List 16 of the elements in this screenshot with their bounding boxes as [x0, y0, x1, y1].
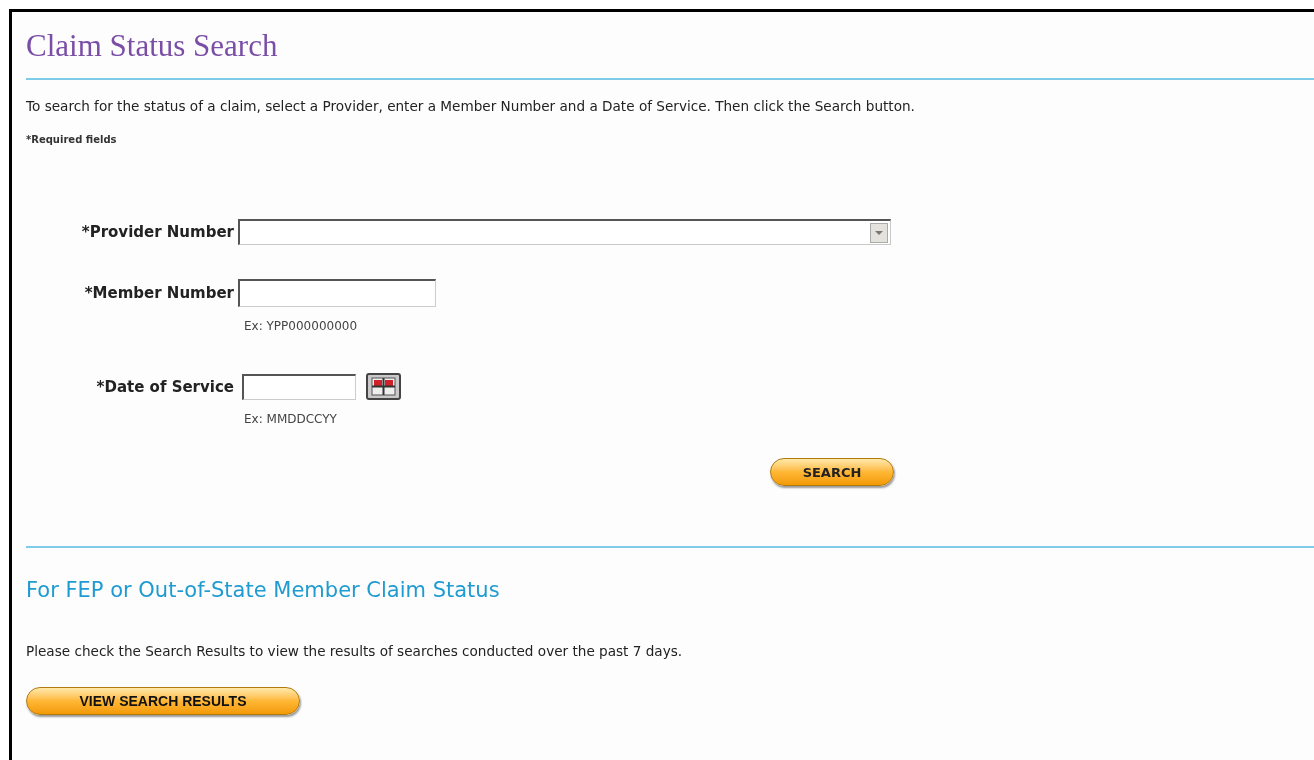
search-button[interactable]: SEARCH	[770, 458, 894, 487]
page-title: Claim Status Search	[26, 27, 279, 65]
required-note: *Required fields	[26, 133, 118, 148]
date-field[interactable]	[242, 373, 356, 400]
member-number-field[interactable]	[238, 279, 436, 308]
calendar-icon[interactable]	[366, 373, 401, 401]
view-search-results-button[interactable]: VIEW SEARCH RESULTS	[26, 687, 300, 716]
instructions-text: To search for the status of a claim, select a Provider, enter a Member Number and a Date of Service. Then click the Search button.	[26, 97, 916, 116]
provider-dropdown[interactable]	[238, 219, 891, 246]
field-label: *Date of Service	[95, 376, 235, 398]
field-label: *Provider Number	[80, 222, 235, 244]
format-hint: Ex: MMDDCCYY	[244, 411, 338, 429]
section-text: Please check the Search Results to view the results of searches conducted over the past 7 days.	[26, 641, 684, 661]
section-heading: For FEP or Out-of-State Member Claim Status	[26, 577, 501, 605]
field-label: *Member Number	[83, 283, 235, 305]
format-hint: Ex: YPP000000000	[244, 318, 359, 336]
